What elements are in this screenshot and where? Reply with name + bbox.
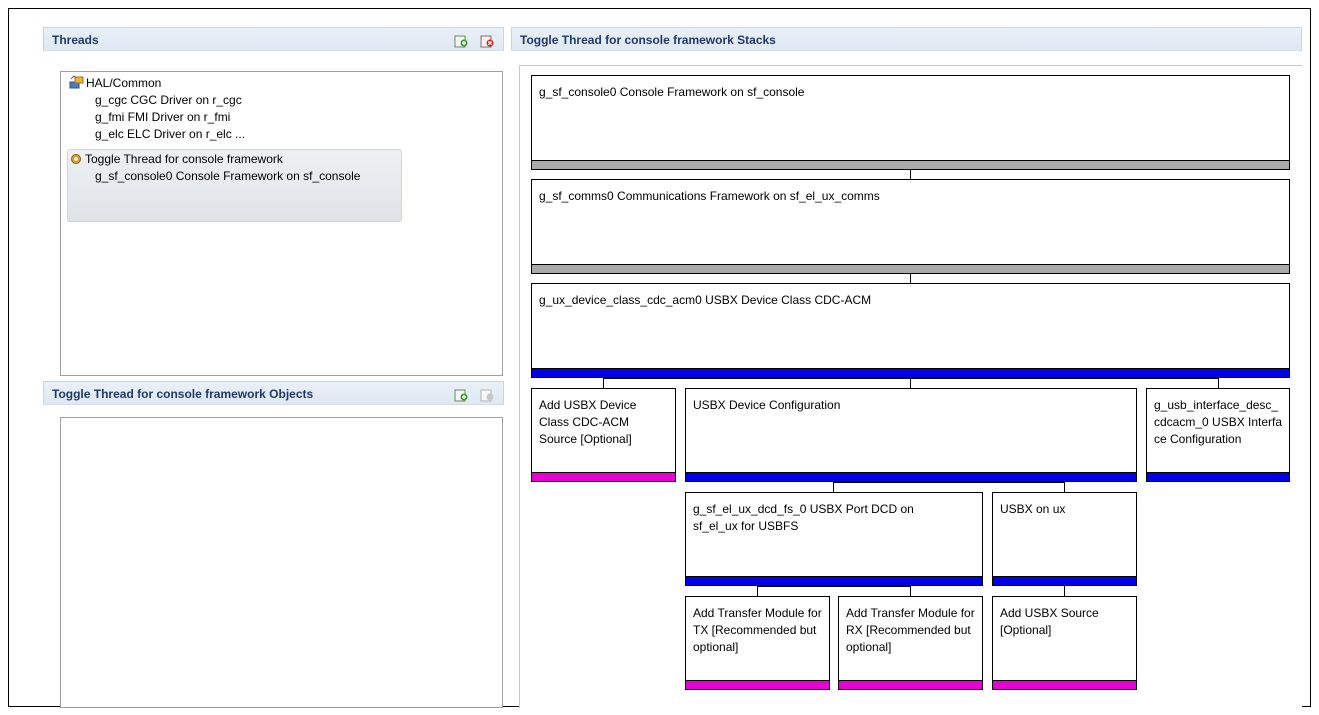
module-add-usbx-source-bar: [993, 680, 1136, 689]
module-add-cdc-source-label: Add USBX Device Class CDC-ACM Source [Op…: [539, 398, 637, 446]
connector-dcd-children: [757, 586, 911, 587]
module-add-cdc-source-bar: [532, 472, 675, 481]
module-transfer-tx-bar: [686, 680, 829, 689]
threads-panel-header: Threads: [43, 27, 504, 51]
module-transfer-rx-bar: [839, 680, 982, 689]
connector-config-dcd: [833, 481, 834, 492]
module-console-bar: [532, 160, 1289, 169]
module-console[interactable]: g_sf_console0 Console Framework on sf_co…: [531, 75, 1290, 170]
remove-thread-icon[interactable]: [480, 34, 494, 48]
module-console-label: g_sf_console0 Console Framework on sf_co…: [539, 85, 805, 99]
module-usbx-on-ux-label: USBX on ux: [1000, 502, 1066, 516]
module-comms[interactable]: g_sf_comms0 Communications Framework on …: [531, 179, 1290, 274]
module-interface-desc-label: g_usb_interface_desc_cdcacm_0 USBX Inter…: [1154, 398, 1283, 446]
threads-panel: Threads HAL/Common g_cgc CGC Driver on r…: [43, 27, 504, 381]
module-usbx-on-ux-bar: [993, 576, 1136, 585]
add-object-icon[interactable]: [454, 388, 468, 402]
gear-icon: [71, 154, 81, 164]
configurator-window: Threads HAL/Common g_cgc CGC Driver on r…: [8, 8, 1311, 708]
connector-console-comms: [910, 169, 911, 179]
module-port-dcd-bar: [686, 576, 982, 585]
module-add-usbx-source[interactable]: Add USBX Source [Optional]: [992, 596, 1137, 690]
connector-comms-cdc: [910, 273, 911, 283]
remove-object-icon[interactable]: [480, 388, 494, 402]
hal-common-icon: [69, 75, 84, 89]
module-transfer-tx-label: Add Transfer Module for TX [Recommended …: [693, 606, 822, 654]
connector-dcd-tx: [757, 585, 758, 596]
module-transfer-rx-label: Add Transfer Module for RX [Recommended …: [846, 606, 975, 654]
objects-list: [60, 417, 503, 708]
module-port-dcd[interactable]: g_sf_el_ux_dcd_fs_0 USBX Port DCD on sf_…: [685, 492, 983, 586]
module-comms-label: g_sf_comms0 Communications Framework on …: [539, 189, 880, 203]
connector-config-ux: [1064, 481, 1065, 492]
objects-panel: Toggle Thread for console framework Obje…: [43, 381, 504, 708]
connector-cdc-iface: [1218, 377, 1219, 388]
module-cdc-acm-bar: [532, 368, 1289, 377]
module-cdc-acm-label: g_ux_device_class_cdc_acm0 USBX Device C…: [539, 293, 872, 307]
module-port-dcd-label: g_sf_el_ux_dcd_fs_0 USBX Port DCD on sf_…: [693, 502, 914, 533]
connector-cdc-addsrc: [603, 377, 604, 388]
module-add-usbx-source-label: Add USBX Source [Optional]: [1000, 606, 1099, 637]
module-interface-desc-bar: [1147, 472, 1289, 481]
module-transfer-rx[interactable]: Add Transfer Module for RX [Recommended …: [838, 596, 983, 690]
module-device-config-bar: [686, 472, 1136, 481]
connector-cdc-children: [603, 378, 1219, 379]
objects-panel-header: Toggle Thread for console framework Obje…: [43, 381, 504, 405]
module-usbx-on-ux[interactable]: USBX on ux: [992, 492, 1137, 586]
objects-panel-title: Toggle Thread for console framework Obje…: [52, 387, 314, 401]
add-thread-icon[interactable]: [454, 34, 468, 48]
threads-tree: HAL/Common g_cgc CGC Driver on r_cgc g_f…: [60, 71, 503, 376]
module-device-config-label: USBX Device Configuration: [693, 398, 841, 412]
connector-cdc-config: [910, 377, 911, 388]
module-comms-bar: [532, 264, 1289, 273]
tree-item-toggle-thread[interactable]: Toggle Thread for console framework: [85, 151, 283, 167]
module-cdc-acm[interactable]: g_ux_device_class_cdc_acm0 USBX Device C…: [531, 283, 1290, 378]
module-interface-desc[interactable]: g_usb_interface_desc_cdcacm_0 USBX Inter…: [1146, 388, 1290, 482]
connector-ux-src: [1064, 585, 1065, 596]
stacks-panel-title: Toggle Thread for console framework Stac…: [520, 33, 776, 47]
tree-item-hal-common[interactable]: HAL/Common: [86, 75, 161, 91]
connector-dcd-rx: [910, 585, 911, 596]
module-device-config[interactable]: USBX Device Configuration: [685, 388, 1137, 482]
tree-item-g-elc[interactable]: g_elc ELC Driver on r_elc ...: [95, 126, 245, 142]
stacks-panel-header: Toggle Thread for console framework Stac…: [511, 27, 1302, 51]
module-transfer-tx[interactable]: Add Transfer Module for TX [Recommended …: [685, 596, 830, 690]
connector-config-children: [833, 482, 1065, 483]
tree-item-g-cgc[interactable]: g_cgc CGC Driver on r_cgc: [95, 92, 242, 108]
module-add-cdc-source[interactable]: Add USBX Device Class CDC-ACM Source [Op…: [531, 388, 676, 482]
tree-item-g-fmi[interactable]: g_fmi FMI Driver on r_fmi: [95, 109, 230, 125]
threads-panel-title: Threads: [52, 33, 99, 47]
tree-item-g-sf-console0[interactable]: g_sf_console0 Console Framework on sf_co…: [95, 168, 360, 184]
